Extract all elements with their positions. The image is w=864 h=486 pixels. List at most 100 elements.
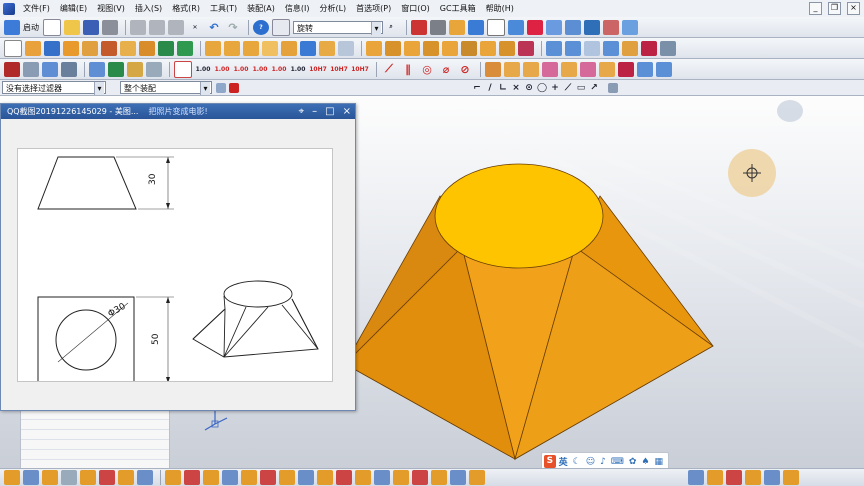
tol-label-4[interactable]: 1.00 — [252, 62, 268, 77]
split-body-icon[interactable] — [404, 40, 420, 56]
menu-tools[interactable]: 工具(T) — [205, 0, 242, 17]
menu-assembly[interactable]: 装配(A) — [242, 0, 280, 17]
cone-icon[interactable] — [101, 40, 117, 56]
snap-control-icon[interactable]: ∟ — [498, 83, 508, 93]
block-icon[interactable] — [63, 40, 79, 56]
trim-body-icon[interactable] — [385, 40, 401, 56]
tol-label-2[interactable]: 1.00 — [214, 62, 230, 77]
assembly-icon[interactable] — [80, 470, 96, 485]
snap-endpoint-icon[interactable]: ⌐ — [472, 83, 482, 93]
law-curve-icon[interactable] — [469, 470, 485, 485]
mirror-icon[interactable] — [366, 40, 382, 56]
tol-label-7[interactable]: 10H7 — [309, 62, 327, 77]
dimension-tool-icon[interactable] — [707, 470, 723, 485]
pocket-icon[interactable] — [177, 40, 193, 56]
sketch-icon[interactable] — [4, 39, 22, 57]
open-folder-icon[interactable] — [64, 19, 80, 35]
list-item[interactable] — [21, 420, 169, 430]
menu-edit[interactable]: 编辑(E) — [55, 0, 92, 17]
ime-language-toggle[interactable]: 英 — [559, 455, 568, 468]
start-icon[interactable] — [4, 19, 20, 35]
close-icon[interactable]: × — [847, 2, 860, 15]
menu-analysis[interactable]: 分析(L) — [314, 0, 351, 17]
orient-view-icon[interactable] — [468, 19, 484, 35]
shading-icon[interactable] — [637, 61, 653, 77]
paste-icon[interactable] — [168, 19, 184, 35]
group-icon[interactable] — [61, 61, 77, 77]
rib-icon[interactable] — [480, 40, 496, 56]
menu-format[interactable]: 格式(R) — [167, 0, 205, 17]
command-finder-icon[interactable] — [272, 18, 290, 36]
image-viewer-titlebar[interactable]: QQ截图20191226145029 - 美图... 把照片变成电影! ⌖ – … — [1, 104, 355, 119]
move-component-icon[interactable] — [137, 470, 153, 485]
snap-quadrant-icon[interactable]: ◯ — [537, 83, 547, 93]
trim-tool-icon[interactable] — [298, 470, 314, 485]
moon-icon[interactable]: ☾ — [573, 457, 581, 467]
menu-insert[interactable]: 插入(S) — [130, 0, 167, 17]
list-item[interactable] — [21, 410, 169, 420]
extend-tool-icon[interactable] — [317, 470, 333, 485]
tools-icon[interactable] — [622, 19, 638, 35]
move-layer-icon[interactable] — [42, 61, 58, 77]
rotate-icon[interactable] — [449, 19, 465, 35]
surface-icon[interactable] — [641, 40, 657, 56]
line-tool-icon[interactable] — [184, 470, 200, 485]
command-combo[interactable]: 旋转 — [293, 20, 383, 35]
shell-icon[interactable] — [300, 40, 316, 56]
layer-settings-icon[interactable] — [23, 61, 39, 77]
snap-intersection-icon[interactable]: × — [511, 83, 521, 93]
arc-tool-icon[interactable] — [203, 470, 219, 485]
boss-icon[interactable] — [158, 40, 174, 56]
new-file-icon[interactable] — [43, 18, 61, 36]
restore-icon[interactable]: ❐ — [828, 2, 841, 15]
search-icon[interactable]: ⌕ — [383, 20, 399, 35]
snap-pole-icon[interactable]: ↗ — [589, 83, 599, 93]
constraint-icon[interactable] — [99, 470, 115, 485]
edge-blend-icon[interactable] — [262, 40, 278, 56]
sew-icon[interactable] — [518, 40, 534, 56]
cut-icon[interactable] — [130, 19, 146, 35]
orient-icon[interactable] — [42, 470, 58, 485]
chamfer-icon[interactable] — [281, 40, 297, 56]
image-viewer-tab[interactable]: 把照片变成电影! — [148, 104, 207, 119]
note-icon[interactable] — [146, 61, 162, 77]
grid-icon[interactable]: ▦ — [654, 457, 663, 467]
filter-snap-icon[interactable] — [229, 82, 239, 93]
helix-icon[interactable] — [450, 470, 466, 485]
flatness-icon[interactable]: ⟋ — [381, 62, 397, 77]
menu-gc-toolbox[interactable]: GC工具箱 — [435, 0, 481, 17]
sketch-plane-icon[interactable] — [23, 470, 39, 485]
pin-icon[interactable]: ⌖ — [299, 104, 305, 119]
curve-tool-icon[interactable] — [165, 470, 181, 485]
datum-axis-icon[interactable] — [565, 40, 581, 56]
start-label[interactable]: 启动 — [23, 22, 39, 33]
view-section-icon[interactable] — [485, 61, 501, 77]
thicken-icon[interactable] — [499, 40, 515, 56]
extrude-icon[interactable] — [25, 40, 41, 56]
smile-icon[interactable]: ☺ — [586, 457, 595, 467]
intersect-curve-icon[interactable] — [412, 470, 428, 485]
show-constraints-icon[interactable] — [764, 470, 780, 485]
dimension-icon[interactable] — [127, 61, 143, 77]
minimize-icon[interactable]: _ — [809, 2, 822, 15]
redo-icon[interactable]: ↷ — [225, 20, 241, 35]
copy-icon[interactable] — [149, 19, 165, 35]
pattern-icon[interactable] — [338, 40, 354, 56]
menu-info[interactable]: 信息(I) — [280, 0, 315, 17]
sweep-icon[interactable] — [622, 40, 638, 56]
analysis-icon[interactable] — [89, 61, 105, 77]
snap-toggle-icon[interactable] — [4, 470, 20, 485]
unite-icon[interactable] — [205, 40, 221, 56]
skin-icon[interactable]: ✿ — [629, 457, 637, 467]
menu-window[interactable]: 窗口(O) — [396, 0, 435, 17]
snap-existing-icon[interactable]: + — [550, 83, 560, 93]
circularity-icon[interactable]: ◎ — [419, 62, 435, 77]
fillet-tool-icon[interactable] — [279, 470, 295, 485]
snap-icon[interactable] — [584, 19, 600, 35]
offset-face-icon[interactable] — [423, 40, 439, 56]
straightness-icon[interactable]: ∥ — [400, 62, 416, 77]
cylindricity-icon[interactable]: ⊘ — [457, 62, 473, 77]
view-back-icon[interactable] — [599, 61, 615, 77]
component-icon[interactable] — [118, 470, 134, 485]
keyboard-icon[interactable]: ⌨ — [611, 457, 624, 467]
